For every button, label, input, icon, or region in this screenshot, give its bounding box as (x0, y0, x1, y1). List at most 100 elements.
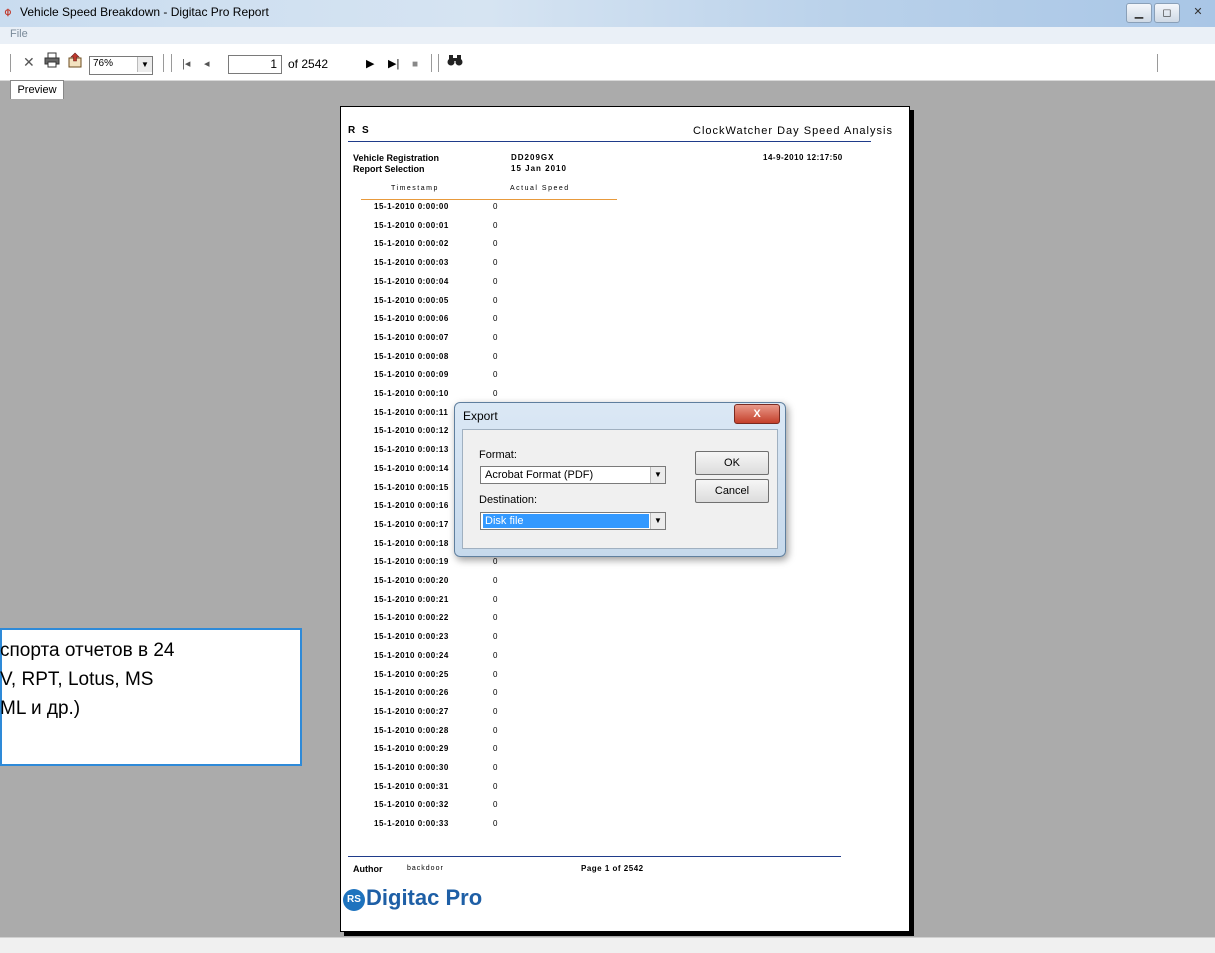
report-row: 15-1-2010 0:00:28 0 (374, 726, 574, 744)
row-speed: 0 (493, 314, 498, 324)
row-speed: 0 (493, 763, 498, 772)
export-dialog: Export X Format: Acrobat Format (PDF) ▼ … (454, 402, 786, 557)
row-timestamp: 15-1-2010 0:00:20 (374, 576, 449, 585)
row-timestamp: 15-1-2010 0:00:26 (374, 688, 449, 698)
row-timestamp: 15-1-2010 0:00:25 (374, 669, 449, 679)
chevron-down-icon: ▼ (137, 57, 152, 72)
row-timestamp: 15-1-2010 0:00:06 (374, 314, 449, 324)
row-timestamp: 15-1-2010 0:00:18 (374, 538, 449, 548)
row-timestamp: 15-1-2010 0:00:08 (374, 351, 449, 361)
page-footer: Page 1 of 2542 (581, 864, 644, 873)
header-rule (348, 141, 871, 142)
title-bar: ⌽ Vehicle Speed Breakdown - Digitac Pro … (0, 0, 1215, 27)
column-header-timestamp: Timestamp (391, 185, 439, 192)
destination-value: Disk file (483, 514, 649, 528)
dialog-title: Export (463, 409, 498, 423)
row-speed: 0 (493, 389, 498, 398)
row-timestamp: 15-1-2010 0:00:27 (374, 706, 449, 716)
format-select[interactable]: Acrobat Format (PDF) ▼ (480, 466, 666, 484)
zoom-select[interactable]: 76% ▼ (89, 56, 153, 75)
report-row: 15-1-2010 0:00:07 0 (374, 333, 574, 351)
toolbar: ✕ 76% ▼ |◂ ◂ 1 of 2542 ▶ ▶| ■ (0, 44, 1215, 81)
label-report-selection: Report Selection (353, 164, 425, 174)
ok-button[interactable]: OK (695, 451, 769, 475)
row-timestamp: 15-1-2010 0:00:29 (374, 744, 449, 754)
export-icon[interactable] (67, 52, 83, 73)
row-speed: 0 (493, 706, 498, 716)
cancel-button[interactable]: Cancel (695, 479, 769, 503)
dialog-close-button[interactable]: X (734, 404, 780, 424)
row-timestamp: 15-1-2010 0:00:14 (374, 463, 449, 473)
report-row: 15-1-2010 0:00:01 0 (374, 221, 574, 239)
toolbar-separator (438, 54, 441, 72)
format-label: Format: (479, 449, 517, 461)
report-row: 15-1-2010 0:00:29 0 (374, 744, 574, 762)
minimize-button[interactable]: ▁ (1126, 3, 1152, 23)
row-speed: 0 (493, 650, 498, 660)
report-selection-value: 15 Jan 2010 (511, 164, 567, 173)
first-page-icon[interactable]: |◂ (182, 54, 190, 74)
report-row: 15-1-2010 0:00:26 0 (374, 688, 574, 706)
report-row: 15-1-2010 0:00:00 0 (374, 202, 574, 220)
row-timestamp: 15-1-2010 0:00:05 (374, 295, 449, 305)
print-icon[interactable] (44, 52, 60, 73)
maximize-button[interactable]: ◻ (1154, 3, 1180, 23)
row-speed: 0 (493, 632, 498, 642)
report-row: 15-1-2010 0:00:03 0 (374, 258, 574, 276)
destination-select[interactable]: Disk file ▼ (480, 512, 666, 530)
report-row: 15-1-2010 0:00:02 0 (374, 239, 574, 257)
format-value: Acrobat Format (PDF) (485, 469, 594, 481)
print-datetime: 14-9-2010 12:17:50 (763, 153, 843, 162)
report-row: 15-1-2010 0:00:05 0 (374, 296, 574, 314)
close-report-icon[interactable]: ✕ (23, 52, 35, 72)
report-row: 15-1-2010 0:00:32 0 (374, 800, 574, 818)
chevron-down-icon: ▼ (650, 513, 665, 529)
row-speed: 0 (493, 295, 498, 305)
row-timestamp: 15-1-2010 0:00:16 (374, 501, 449, 511)
toolbar-separator (163, 54, 166, 72)
report-row: 15-1-2010 0:00:09 0 (374, 370, 574, 388)
report-row: 15-1-2010 0:00:20 0 (374, 576, 574, 594)
report-row: 15-1-2010 0:00:21 0 (374, 595, 574, 613)
tab-preview[interactable]: Preview (10, 80, 64, 99)
row-timestamp: 15-1-2010 0:00:15 (374, 482, 449, 492)
report-company: R S (348, 125, 371, 136)
row-timestamp: 15-1-2010 0:00:32 (374, 800, 449, 810)
row-timestamp: 15-1-2010 0:00:11 (374, 407, 449, 417)
row-timestamp: 15-1-2010 0:00:23 (374, 632, 449, 642)
row-speed: 0 (493, 594, 498, 604)
menu-file[interactable]: File (10, 28, 28, 40)
next-page-icon[interactable]: ▶ (366, 54, 374, 74)
report-heading: ClockWatcher Day Speed Analysis (693, 125, 893, 137)
report-row: 15-1-2010 0:00:25 0 (374, 670, 574, 688)
last-page-icon[interactable]: ▶| (388, 54, 399, 74)
app-icon: ⌽ (4, 4, 12, 19)
row-timestamp: 15-1-2010 0:00:17 (374, 519, 449, 529)
row-timestamp: 15-1-2010 0:00:07 (374, 332, 449, 342)
binoculars-search-icon[interactable] (447, 52, 463, 72)
report-row: 15-1-2010 0:00:30 0 (374, 763, 574, 781)
row-speed: 0 (493, 220, 498, 230)
toolbar-separator (431, 54, 434, 72)
row-speed: 0 (493, 576, 498, 585)
page-number-input[interactable]: 1 (228, 55, 282, 74)
close-window-button[interactable]: ✕ (1185, 3, 1211, 21)
report-row: 15-1-2010 0:00:33 0 (374, 819, 574, 837)
stop-icon[interactable]: ■ (412, 55, 418, 75)
toolbar-separator (171, 54, 174, 72)
report-row: 15-1-2010 0:00:27 0 (374, 707, 574, 725)
report-row: 15-1-2010 0:00:23 0 (374, 632, 574, 650)
row-speed: 0 (493, 669, 498, 679)
row-timestamp: 15-1-2010 0:00:02 (374, 239, 449, 249)
row-speed: 0 (493, 370, 498, 380)
report-row: 15-1-2010 0:00:08 0 (374, 352, 574, 370)
row-timestamp: 15-1-2010 0:00:09 (374, 370, 449, 380)
menu-bar: File (0, 27, 1215, 44)
label-vehicle-registration: Vehicle Registration (353, 153, 440, 163)
previous-page-icon[interactable]: ◂ (204, 54, 210, 74)
row-speed: 0 (493, 239, 498, 249)
row-timestamp: 15-1-2010 0:00:24 (374, 650, 449, 660)
row-timestamp: 15-1-2010 0:00:31 (374, 781, 449, 791)
row-speed: 0 (493, 613, 498, 623)
vehicle-registration-value: DD209GX (511, 153, 555, 162)
